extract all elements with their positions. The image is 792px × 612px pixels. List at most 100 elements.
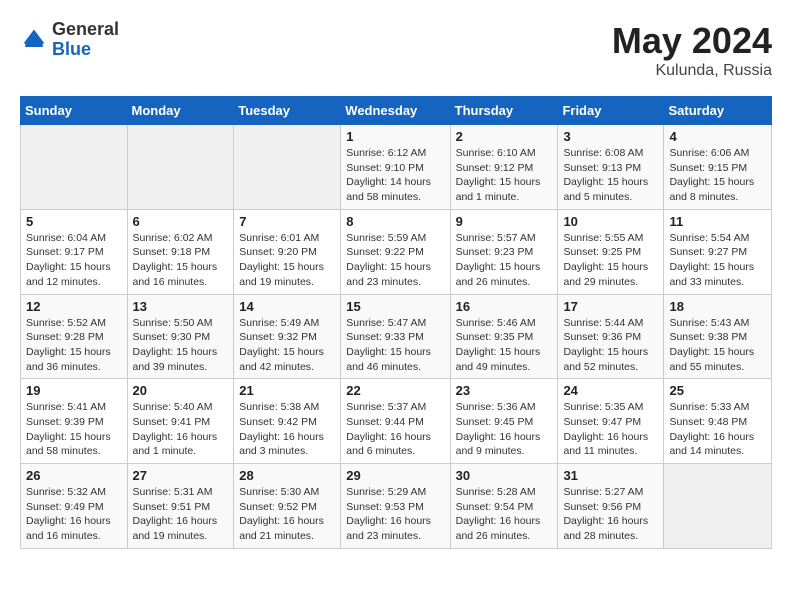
- calendar-cell: 9 Sunrise: 5:57 AMSunset: 9:23 PMDaylight…: [450, 209, 558, 294]
- day-info: Sunrise: 5:30 AMSunset: 9:52 PMDaylight:…: [239, 485, 335, 544]
- day-info: Sunrise: 6:06 AMSunset: 9:15 PMDaylight:…: [669, 146, 766, 205]
- logo-blue: Blue: [52, 40, 119, 60]
- calendar-cell: 3 Sunrise: 6:08 AMSunset: 9:13 PMDaylight…: [558, 125, 664, 210]
- calendar-cell: 28 Sunrise: 5:30 AMSunset: 9:52 PMDayligh…: [234, 464, 341, 549]
- day-number: 25: [669, 383, 766, 398]
- day-number: 20: [133, 383, 229, 398]
- calendar-cell: 1 Sunrise: 6:12 AMSunset: 9:10 PMDaylight…: [341, 125, 450, 210]
- day-number: 16: [456, 299, 553, 314]
- day-number: 23: [456, 383, 553, 398]
- calendar-cell: [664, 464, 772, 549]
- day-info: Sunrise: 6:08 AMSunset: 9:13 PMDaylight:…: [563, 146, 658, 205]
- day-info: Sunrise: 5:36 AMSunset: 9:45 PMDaylight:…: [456, 400, 553, 459]
- day-number: 21: [239, 383, 335, 398]
- day-info: Sunrise: 5:44 AMSunset: 9:36 PMDaylight:…: [563, 316, 658, 375]
- month-title: May 2024: [612, 20, 772, 62]
- day-number: 6: [133, 214, 229, 229]
- day-info: Sunrise: 5:27 AMSunset: 9:56 PMDaylight:…: [563, 485, 658, 544]
- day-info: Sunrise: 5:37 AMSunset: 9:44 PMDaylight:…: [346, 400, 444, 459]
- day-info: Sunrise: 5:46 AMSunset: 9:35 PMDaylight:…: [456, 316, 553, 375]
- day-info: Sunrise: 5:54 AMSunset: 9:27 PMDaylight:…: [669, 231, 766, 290]
- location-subtitle: Kulunda, Russia: [612, 62, 772, 80]
- calendar-week-row: 26 Sunrise: 5:32 AMSunset: 9:49 PMDayligh…: [21, 464, 772, 549]
- day-info: Sunrise: 5:57 AMSunset: 9:23 PMDaylight:…: [456, 231, 553, 290]
- day-info: Sunrise: 5:43 AMSunset: 9:38 PMDaylight:…: [669, 316, 766, 375]
- calendar-cell: 30 Sunrise: 5:28 AMSunset: 9:54 PMDayligh…: [450, 464, 558, 549]
- weekday-header: Saturday: [664, 97, 772, 125]
- weekday-header: Thursday: [450, 97, 558, 125]
- calendar-cell: 4 Sunrise: 6:06 AMSunset: 9:15 PMDaylight…: [664, 125, 772, 210]
- calendar-cell: 11Sunrise: 5:54 AMSunset: 9:27 PMDayligh…: [664, 209, 772, 294]
- day-number: 12: [26, 299, 122, 314]
- day-number: 13: [133, 299, 229, 314]
- calendar-header: General Blue May 2024 Kulunda, Russia: [20, 20, 772, 80]
- calendar-cell: [127, 125, 234, 210]
- weekday-header: Tuesday: [234, 97, 341, 125]
- day-info: Sunrise: 6:01 AMSunset: 9:20 PMDaylight:…: [239, 231, 335, 290]
- weekday-header: Wednesday: [341, 97, 450, 125]
- day-number: 4: [669, 129, 766, 144]
- calendar-cell: 16 Sunrise: 5:46 AMSunset: 9:35 PMDayligh…: [450, 294, 558, 379]
- calendar-table: SundayMondayTuesdayWednesdayThursdayFrid…: [20, 96, 772, 549]
- calendar-cell: [234, 125, 341, 210]
- day-info: Sunrise: 6:04 AMSunset: 9:17 PMDaylight:…: [26, 231, 122, 290]
- calendar-cell: 10Sunrise: 5:55 AMSunset: 9:25 PMDayligh…: [558, 209, 664, 294]
- day-number: 28: [239, 468, 335, 483]
- calendar-cell: 26 Sunrise: 5:32 AMSunset: 9:49 PMDayligh…: [21, 464, 128, 549]
- calendar-cell: 24Sunrise: 5:35 AMSunset: 9:47 PMDayligh…: [558, 379, 664, 464]
- calendar-cell: 6 Sunrise: 6:02 AMSunset: 9:18 PMDaylight…: [127, 209, 234, 294]
- day-info: Sunrise: 6:12 AMSunset: 9:10 PMDaylight:…: [346, 146, 444, 205]
- day-info: Sunrise: 5:47 AMSunset: 9:33 PMDaylight:…: [346, 316, 444, 375]
- calendar-cell: 29 Sunrise: 5:29 AMSunset: 9:53 PMDayligh…: [341, 464, 450, 549]
- title-block: May 2024 Kulunda, Russia: [612, 20, 772, 80]
- day-number: 27: [133, 468, 229, 483]
- day-number: 2: [456, 129, 553, 144]
- day-number: 10: [563, 214, 658, 229]
- day-number: 24: [563, 383, 658, 398]
- calendar-cell: 18 Sunrise: 5:43 AMSunset: 9:38 PMDayligh…: [664, 294, 772, 379]
- calendar-cell: 13Sunrise: 5:50 AMSunset: 9:30 PMDayligh…: [127, 294, 234, 379]
- logo: General Blue: [20, 20, 119, 60]
- calendar-week-row: 12Sunrise: 5:52 AMSunset: 9:28 PMDayligh…: [21, 294, 772, 379]
- day-number: 26: [26, 468, 122, 483]
- day-number: 9: [456, 214, 553, 229]
- weekday-header: Monday: [127, 97, 234, 125]
- logo-text: General Blue: [52, 20, 119, 60]
- day-info: Sunrise: 5:29 AMSunset: 9:53 PMDaylight:…: [346, 485, 444, 544]
- day-number: 29: [346, 468, 444, 483]
- day-number: 3: [563, 129, 658, 144]
- weekday-header: Friday: [558, 97, 664, 125]
- calendar-cell: 14Sunrise: 5:49 AMSunset: 9:32 PMDayligh…: [234, 294, 341, 379]
- calendar-cell: 17 Sunrise: 5:44 AMSunset: 9:36 PMDayligh…: [558, 294, 664, 379]
- weekday-header: Sunday: [21, 97, 128, 125]
- day-number: 5: [26, 214, 122, 229]
- day-number: 1: [346, 129, 444, 144]
- calendar-cell: 19Sunrise: 5:41 AMSunset: 9:39 PMDayligh…: [21, 379, 128, 464]
- calendar-cell: 27 Sunrise: 5:31 AMSunset: 9:51 PMDayligh…: [127, 464, 234, 549]
- calendar-cell: 31 Sunrise: 5:27 AMSunset: 9:56 PMDayligh…: [558, 464, 664, 549]
- logo-icon: [20, 26, 48, 54]
- day-info: Sunrise: 5:28 AMSunset: 9:54 PMDaylight:…: [456, 485, 553, 544]
- day-info: Sunrise: 5:33 AMSunset: 9:48 PMDaylight:…: [669, 400, 766, 459]
- calendar-week-row: 1 Sunrise: 6:12 AMSunset: 9:10 PMDaylight…: [21, 125, 772, 210]
- day-number: 18: [669, 299, 766, 314]
- day-number: 17: [563, 299, 658, 314]
- calendar-cell: 7Sunrise: 6:01 AMSunset: 9:20 PMDaylight…: [234, 209, 341, 294]
- calendar-cell: 21 Sunrise: 5:38 AMSunset: 9:42 PMDayligh…: [234, 379, 341, 464]
- day-info: Sunrise: 6:02 AMSunset: 9:18 PMDaylight:…: [133, 231, 229, 290]
- day-number: 22: [346, 383, 444, 398]
- day-info: Sunrise: 5:49 AMSunset: 9:32 PMDaylight:…: [239, 316, 335, 375]
- day-number: 30: [456, 468, 553, 483]
- weekday-header-row: SundayMondayTuesdayWednesdayThursdayFrid…: [21, 97, 772, 125]
- calendar-cell: [21, 125, 128, 210]
- calendar-cell: 2Sunrise: 6:10 AMSunset: 9:12 PMDaylight…: [450, 125, 558, 210]
- calendar-week-row: 19Sunrise: 5:41 AMSunset: 9:39 PMDayligh…: [21, 379, 772, 464]
- day-info: Sunrise: 5:32 AMSunset: 9:49 PMDaylight:…: [26, 485, 122, 544]
- day-info: Sunrise: 5:38 AMSunset: 9:42 PMDaylight:…: [239, 400, 335, 459]
- calendar-cell: 15Sunrise: 5:47 AMSunset: 9:33 PMDayligh…: [341, 294, 450, 379]
- day-number: 31: [563, 468, 658, 483]
- day-info: Sunrise: 5:59 AMSunset: 9:22 PMDaylight:…: [346, 231, 444, 290]
- calendar-cell: 8Sunrise: 5:59 AMSunset: 9:22 PMDaylight…: [341, 209, 450, 294]
- logo-general: General: [52, 20, 119, 40]
- day-info: Sunrise: 5:31 AMSunset: 9:51 PMDaylight:…: [133, 485, 229, 544]
